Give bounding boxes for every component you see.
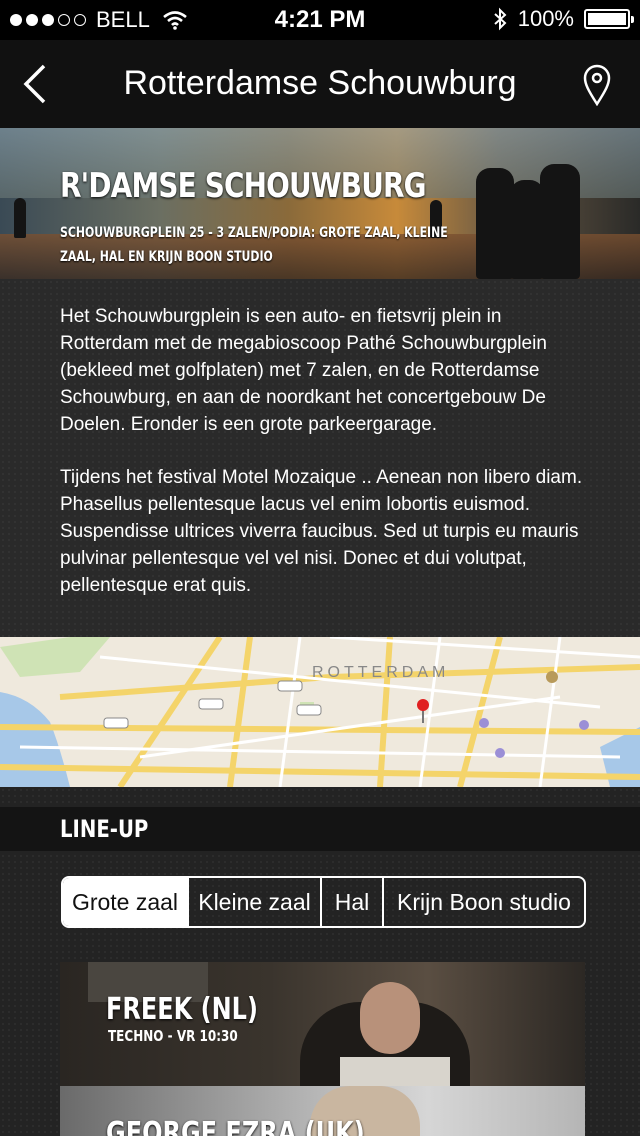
venue-hero-image: R'DAMSE SCHOUWBURG SCHOUWBURGPLEIN 25 - … — [0, 128, 640, 279]
map-graphic: ROTTERDAM — [0, 637, 640, 787]
bluetooth-icon — [494, 7, 507, 31]
nav-bar: Rotterdamse Schouwburg — [0, 40, 640, 128]
venue-heading: R'DAMSE SCHOUWBURG — [60, 166, 427, 206]
venue-description: Het Schouwburgplein is een auto- en fiet… — [0, 279, 640, 637]
battery-percent: 100% — [517, 6, 574, 31]
venue-subheading: SCHOUWBURGPLEIN 25 - 3 ZALEN/PODIA: GROT… — [60, 225, 448, 265]
battery-icon — [584, 9, 634, 29]
map-city-label: ROTTERDAM — [312, 664, 449, 681]
location-map[interactable]: ROTTERDAM — [0, 637, 640, 787]
person-silhouette — [14, 198, 26, 238]
status-bar: BELL 4:21 PM 100% — [0, 0, 640, 40]
room-segmented-control: Grote zaal Kleine zaal Hal Krijn Boon st… — [61, 876, 586, 928]
description-paragraph: Het Schouwburgplein is een auto- en fiet… — [60, 306, 547, 435]
person-silhouette — [540, 164, 580, 279]
status-right: 100% — [492, 6, 634, 32]
description-paragraph: Tijdens het festival Motel Mozaique .. A… — [60, 467, 583, 596]
person-silhouette — [510, 180, 544, 279]
map-pin-icon[interactable] — [582, 64, 612, 106]
tab-grote-zaal[interactable]: Grote zaal — [63, 878, 189, 926]
artist-card[interactable]: FREEK (NL) TECHNO - VR 10:30 — [60, 962, 585, 1086]
tab-hal[interactable]: Hal — [322, 878, 384, 926]
artist-name: FREEK (NL) — [106, 992, 258, 1027]
person-silhouette — [476, 168, 514, 279]
artist-genre-time: TECHNO - VR 10:30 — [108, 1027, 238, 1045]
lineup-section: LINE-UP Grote zaal Kleine zaal Hal Krijn… — [0, 787, 640, 1136]
tab-kleine-zaal[interactable]: Kleine zaal — [189, 878, 322, 926]
artist-card[interactable]: GEORGE EZRA (UK) — [60, 1086, 585, 1136]
tab-krijn-boon-studio[interactable]: Krijn Boon studio — [384, 878, 584, 926]
artist-name: GEORGE EZRA (UK) — [106, 1116, 365, 1136]
lineup-header: LINE-UP — [0, 807, 640, 851]
page-title: Rotterdamse Schouwburg — [123, 64, 517, 102]
lineup-title: LINE-UP — [60, 815, 149, 843]
